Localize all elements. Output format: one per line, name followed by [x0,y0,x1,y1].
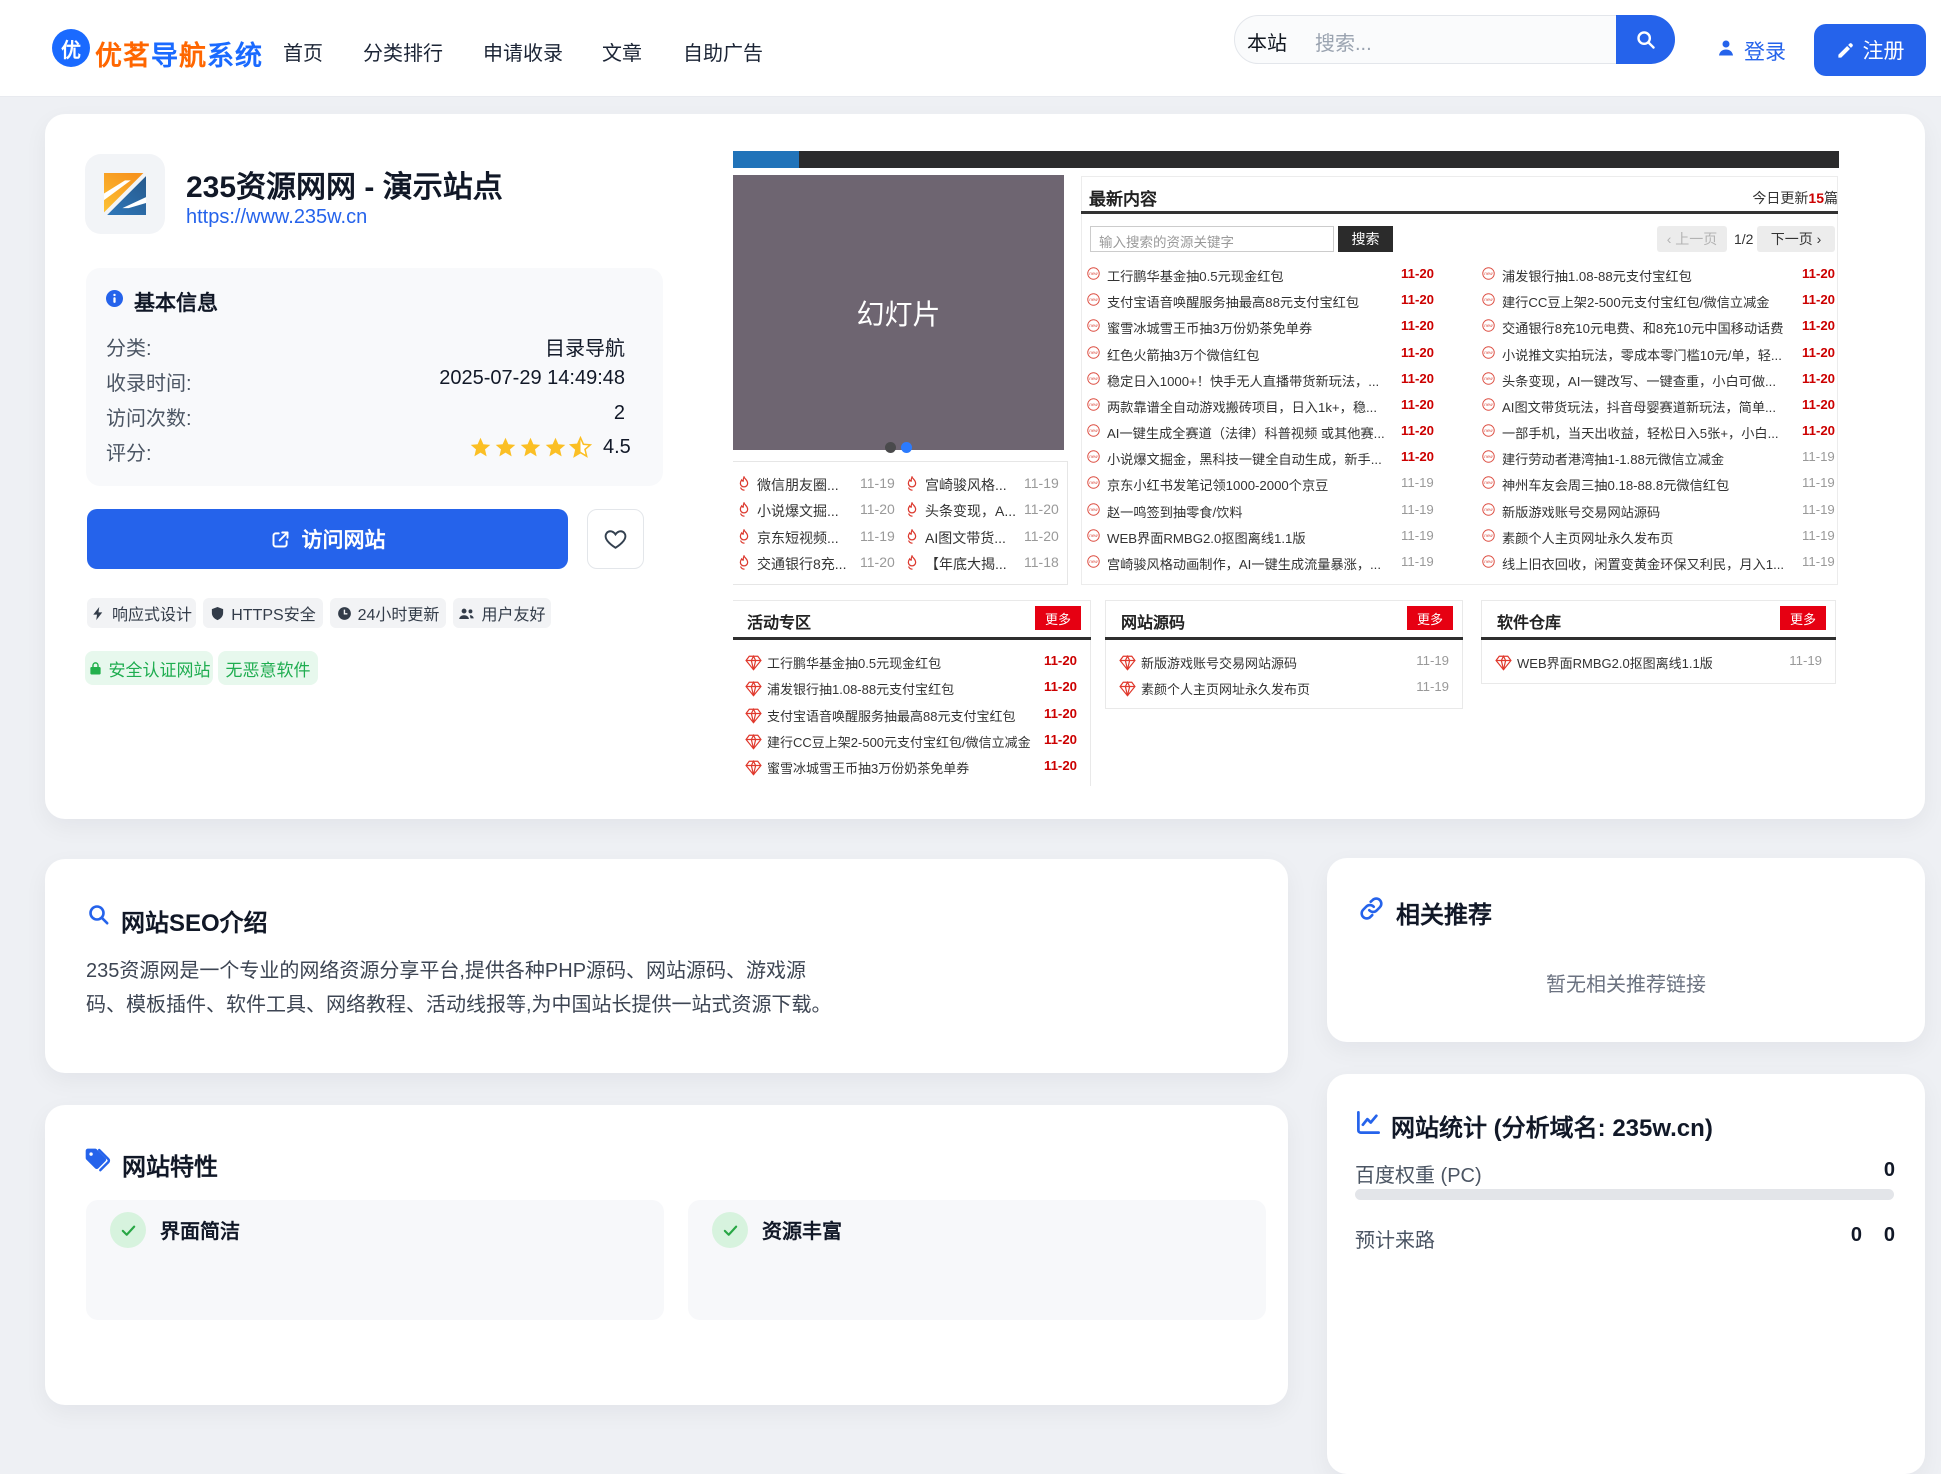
svg-text:new: new [1089,454,1098,459]
svg-text:new: new [1089,297,1098,302]
svg-text:new: new [1484,559,1493,564]
svg-text:new: new [1089,481,1098,486]
svg-text:new: new [1484,376,1493,381]
svg-text:new: new [1484,297,1493,302]
svg-text:new: new [1089,533,1098,538]
svg-text:new: new [1089,559,1098,564]
svg-text:new: new [1484,454,1493,459]
svg-text:new: new [1484,533,1493,538]
svg-text:new: new [1089,350,1098,355]
svg-text:new: new [1089,324,1098,329]
svg-text:new: new [1484,350,1493,355]
svg-text:new: new [1484,271,1493,276]
svg-text:new: new [1089,402,1098,407]
svg-text:new: new [1484,428,1493,433]
svg-text:new: new [1484,324,1493,329]
svg-text:new: new [1089,271,1098,276]
svg-text:new: new [1484,507,1493,512]
svg-text:new: new [1484,402,1493,407]
svg-text:new: new [1484,481,1493,486]
svg-text:new: new [1089,376,1098,381]
svg-text:new: new [1089,428,1098,433]
svg-text:new: new [1089,507,1098,512]
